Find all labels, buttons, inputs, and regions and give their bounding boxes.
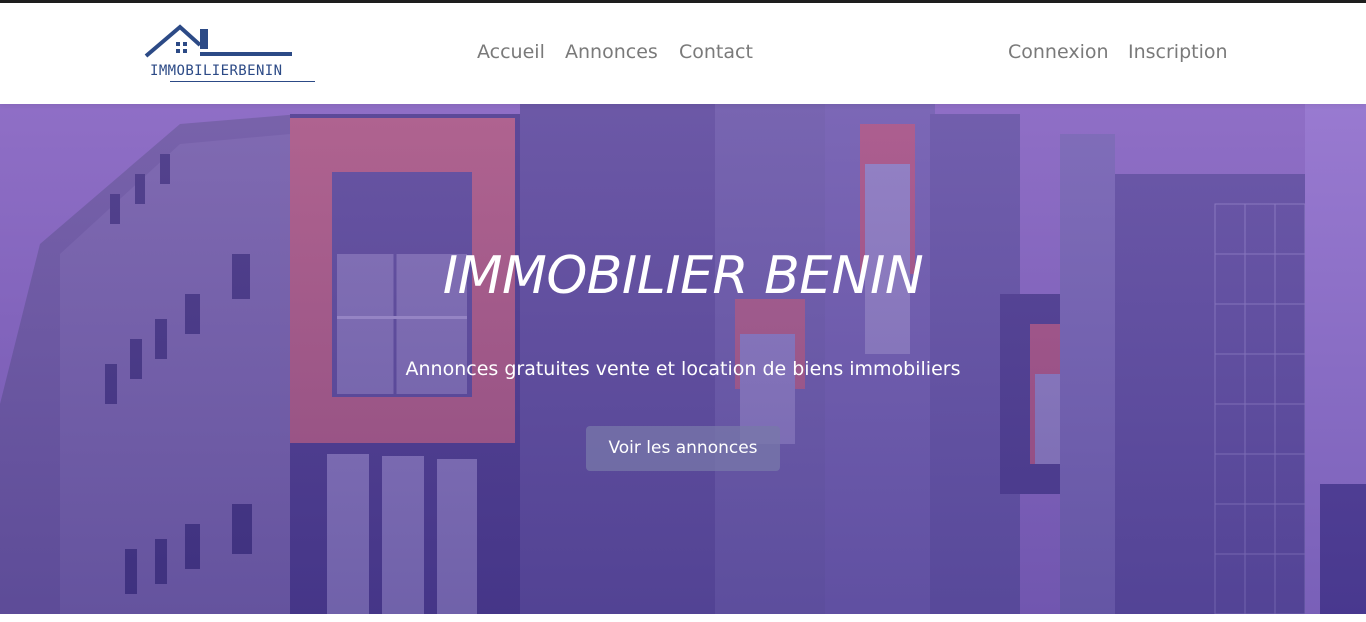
hero-subtitle: Annonces gratuites vente et location de … <box>405 358 961 380</box>
navbar: IMMOBILIERBENIN Accueil Annonces Contact… <box>0 3 1366 104</box>
logo-underline <box>170 81 315 82</box>
site-logo[interactable]: IMMOBILIERBENIN <box>144 23 319 85</box>
hero-section: IMMOBILIER BENIN Annonces gratuites vent… <box>0 104 1366 614</box>
nav-link-contact[interactable]: Contact <box>679 41 753 63</box>
nav-link-connexion[interactable]: Connexion <box>1008 41 1109 63</box>
view-listings-button[interactable]: Voir les annonces <box>586 426 780 471</box>
hero-title: IMMOBILIER BENIN <box>442 246 924 306</box>
logo-text: IMMOBILIERBENIN <box>150 63 283 79</box>
house-roof-icon <box>144 24 292 58</box>
nav-link-accueil[interactable]: Accueil <box>477 41 545 63</box>
page-bottom <box>0 614 1366 622</box>
nav-link-inscription[interactable]: Inscription <box>1128 41 1228 63</box>
nav-link-annonces[interactable]: Annonces <box>565 41 658 63</box>
